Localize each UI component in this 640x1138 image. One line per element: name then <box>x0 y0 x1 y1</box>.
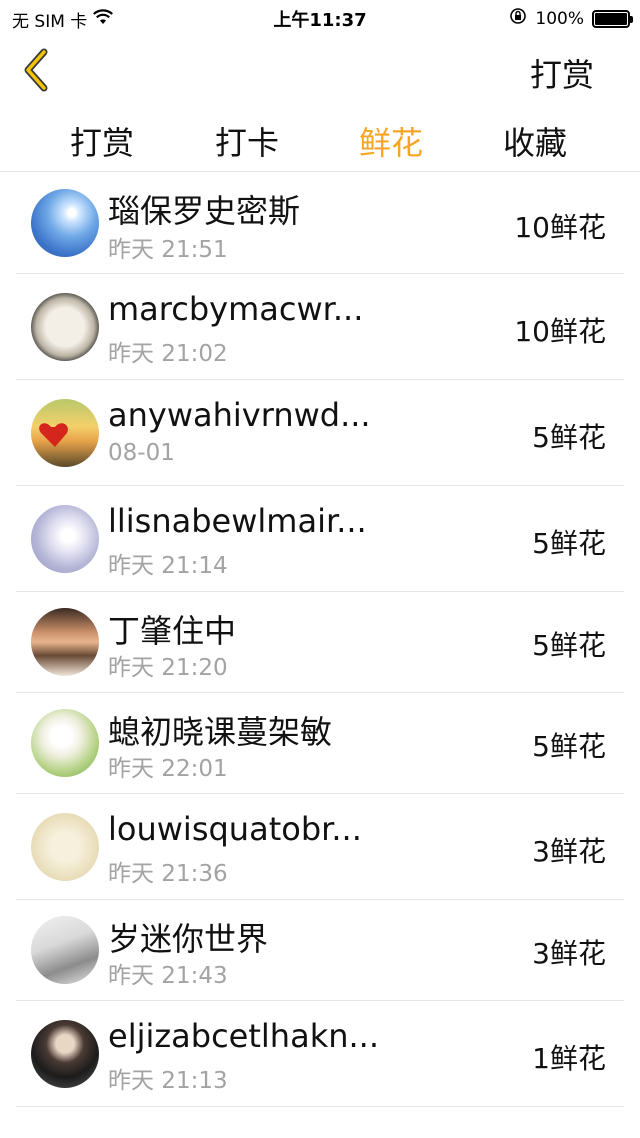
flower-count: 10鲜花 <box>514 211 606 244</box>
tab-reward[interactable]: 打赏 <box>70 118 134 164</box>
tab-bar: 打赏 打卡 鲜花 收藏 <box>0 104 640 172</box>
list-item[interactable]: llisnabewlmair... 昨天 21:14 5鲜花 <box>0 486 640 592</box>
timestamp: 昨天 21:13 <box>108 1068 228 1094</box>
user-name: 丁肇住中 <box>108 612 237 650</box>
heart-icon <box>39 423 68 447</box>
user-name: 螅初晓课蔓架敏 <box>108 713 333 751</box>
battery-icon <box>592 9 633 28</box>
tab-checkin[interactable]: 打卡 <box>215 118 279 164</box>
status-right: 100% <box>509 7 633 30</box>
list-item[interactable]: 瑙保罗史密斯 昨天 21:51 10鲜花 <box>0 172 640 274</box>
flower-count: 5鲜花 <box>532 421 606 454</box>
avatar <box>31 505 99 573</box>
avatar <box>31 1020 99 1088</box>
rotation-lock-icon <box>509 7 527 30</box>
avatar <box>31 709 99 777</box>
battery-percent: 100% <box>535 8 584 29</box>
timestamp: 昨天 21:36 <box>108 861 228 887</box>
avatar <box>31 608 99 676</box>
list-item[interactable]: 丁肇住中 昨天 21:20 5鲜花 <box>0 592 640 693</box>
list-item[interactable]: 螅初晓课蔓架敏 昨天 22:01 5鲜花 <box>0 693 640 794</box>
chevron-left-icon <box>24 48 48 92</box>
flower-count: 5鲜花 <box>532 629 606 662</box>
list-item[interactable]: anywahivrnwd... 08-01 5鲜花 <box>0 380 640 486</box>
back-button[interactable] <box>18 48 58 92</box>
flower-count: 3鲜花 <box>532 937 606 970</box>
user-name: llisnabewlmair... <box>108 502 367 540</box>
flower-count: 10鲜花 <box>514 315 606 348</box>
timestamp: 08-01 <box>108 440 175 466</box>
status-bar: 无 SIM 卡 上午11:37 100% <box>0 0 640 34</box>
user-name: 岁迷你世界 <box>108 920 269 958</box>
tab-favorites[interactable]: 收藏 <box>503 118 567 164</box>
timestamp: 昨天 22:01 <box>108 756 228 782</box>
nav-bar: 打赏 <box>0 34 640 104</box>
flower-count: 1鲜花 <box>532 1042 606 1075</box>
user-name: anywahivrnwd... <box>108 396 371 434</box>
avatar <box>31 399 99 467</box>
user-name: 瑙保罗史密斯 <box>108 192 301 230</box>
timestamp: 昨天 21:20 <box>108 655 228 681</box>
reward-button[interactable]: 打赏 <box>530 50 594 96</box>
user-name: eljizabcetlhakn... <box>108 1017 380 1055</box>
user-name: marcbymacwr... <box>108 290 364 328</box>
timestamp: 昨天 21:43 <box>108 963 228 989</box>
list-item[interactable]: marcbymacwr... 昨天 21:02 10鲜花 <box>0 274 640 380</box>
avatar <box>31 293 99 361</box>
user-name: louwisquatobr... <box>108 810 362 848</box>
flower-count: 5鲜花 <box>532 730 606 763</box>
avatar <box>31 189 99 257</box>
avatar <box>31 916 99 984</box>
flower-list: 瑙保罗史密斯 昨天 21:51 10鲜花 marcbymacwr... 昨天 2… <box>0 172 640 1107</box>
list-item[interactable]: 岁迷你世界 昨天 21:43 3鲜花 <box>0 900 640 1001</box>
tab-flowers[interactable]: 鲜花 <box>359 118 423 164</box>
timestamp: 昨天 21:51 <box>108 237 228 263</box>
flower-count: 3鲜花 <box>532 835 606 868</box>
avatar <box>31 813 99 881</box>
timestamp: 昨天 21:14 <box>108 553 228 579</box>
list-item[interactable]: louwisquatobr... 昨天 21:36 3鲜花 <box>0 794 640 900</box>
timestamp: 昨天 21:02 <box>108 341 228 367</box>
list-item[interactable]: eljizabcetlhakn... 昨天 21:13 1鲜花 <box>0 1001 640 1107</box>
flower-count: 5鲜花 <box>532 527 606 560</box>
row-divider <box>16 1106 624 1107</box>
